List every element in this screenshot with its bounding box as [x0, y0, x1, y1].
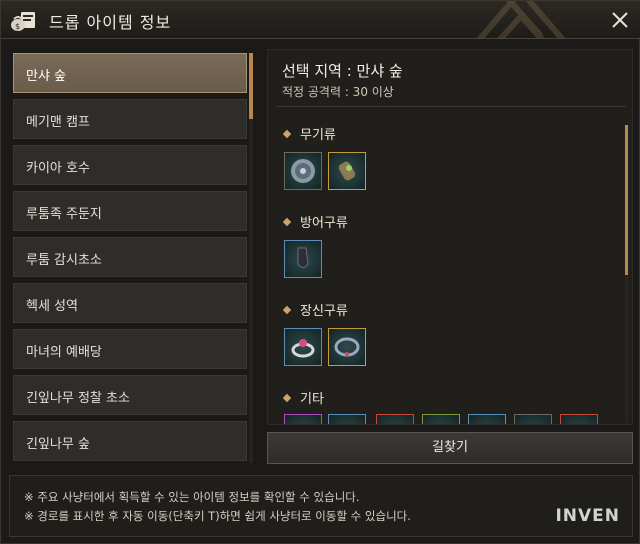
- bullet-icon: [282, 393, 292, 403]
- item-slot-misc[interactable]: [514, 414, 552, 424]
- category-label: 무기류: [300, 128, 336, 143]
- close-icon[interactable]: [607, 7, 633, 33]
- detail-scrollbar[interactable]: [625, 125, 628, 423]
- category-label: 방어구류: [300, 216, 348, 231]
- region-label: 긴잎나무 정찰 초소: [26, 391, 130, 406]
- region-item-hexe-sanctuary[interactable]: 헥세 성역: [13, 283, 247, 323]
- region-item-megiman-camp[interactable]: 메기맨 캠프: [13, 99, 247, 139]
- region-label: 메기맨 캠프: [26, 115, 90, 130]
- item-slot-ring[interactable]: [284, 328, 322, 366]
- region-label: 만샤 숲: [26, 69, 67, 84]
- necklace-icon: [334, 337, 360, 357]
- region-item-mansha-forest[interactable]: 만샤 숲: [13, 53, 247, 93]
- item-slot-necklace[interactable]: [328, 328, 366, 366]
- category-weapon: 무기류: [282, 124, 336, 143]
- region-label: 루툼 감시초소: [26, 253, 102, 268]
- notice-box: ※ 주요 사냥터에서 획득할 수 있는 아이템 정보를 확인할 수 있습니다. …: [9, 475, 633, 537]
- gauntlet-icon: [338, 161, 356, 181]
- region-label: 긴잎나무 숲: [26, 437, 90, 452]
- region-label: 루툼족 주둔지: [26, 207, 102, 222]
- category-other: 기타: [282, 388, 324, 407]
- region-item-kaia-lake[interactable]: 카이아 호수: [13, 145, 247, 185]
- region-label: 마녀의 예배당: [26, 345, 102, 360]
- ring-icon: [291, 339, 315, 358]
- selected-region-title: 선택 지역 : 만샤 숲: [282, 62, 403, 80]
- category-accessory: 장신구류: [282, 300, 348, 319]
- category-label: 기타: [300, 392, 324, 407]
- item-slot-misc[interactable]: [422, 414, 460, 424]
- region-item-longleaf-forest[interactable]: 긴잎나무 숲: [13, 421, 247, 461]
- title-bar[interactable]: $ 드롭 아이템 정보: [1, 1, 640, 39]
- find-route-button[interactable]: 길찾기: [267, 432, 633, 464]
- scrollbar-thumb[interactable]: [249, 53, 253, 119]
- notice-line: ※ 주요 사냥터에서 획득할 수 있는 아이템 정보를 확인할 수 있습니다.: [24, 490, 360, 504]
- category-label: 장신구류: [300, 304, 348, 319]
- window-title: 드롭 아이템 정보: [49, 13, 172, 32]
- item-slot-misc[interactable]: [284, 414, 322, 424]
- region-item-rutum-outpost[interactable]: 루툼 감시초소: [13, 237, 247, 277]
- bullet-icon: [282, 129, 292, 139]
- shield-icon: [291, 159, 315, 183]
- region-label: 헥세 성역: [26, 299, 78, 314]
- region-list-scrollbar[interactable]: [249, 53, 253, 463]
- region-item-witch-chapel[interactable]: 마녀의 예배당: [13, 329, 247, 369]
- item-slot-misc[interactable]: [376, 414, 414, 424]
- drop-item-info-window: $ 드롭 아이템 정보 만샤 숲 메기맨 캠프 카이아 호수 루툼족 주둔지 루…: [0, 0, 640, 544]
- region-label: 카이아 호수: [26, 161, 90, 176]
- gloves-icon: [297, 247, 309, 268]
- svg-text:$: $: [15, 22, 20, 31]
- item-slot-misc[interactable]: [468, 414, 506, 424]
- drop-detail-panel: 선택 지역 : 만샤 숲 적정 공격력 : 30 이상 무기류 방어구류 장신구…: [267, 49, 633, 425]
- item-slot-shield[interactable]: [284, 152, 322, 190]
- scrollbar-thumb[interactable]: [625, 125, 628, 275]
- item-slot-gloves[interactable]: [284, 240, 322, 278]
- item-slot-misc[interactable]: [328, 414, 366, 424]
- category-armor: 방어구류: [282, 212, 348, 231]
- region-item-longleaf-scout-post[interactable]: 긴잎나무 정찰 초소: [13, 375, 247, 415]
- item-slot-gauntlet[interactable]: [328, 152, 366, 190]
- bullet-icon: [282, 217, 292, 227]
- item-bag-icon: $: [11, 12, 35, 31]
- inven-watermark: INVEN: [555, 506, 620, 526]
- region-item-rutum-garrison[interactable]: 루툼족 주둔지: [13, 191, 247, 231]
- title-decoration: [476, 1, 566, 38]
- region-list[interactable]: 만샤 숲 메기맨 캠프 카이아 호수 루툼족 주둔지 루툼 감시초소 헥세 성역…: [9, 49, 257, 465]
- recommended-attack: 적정 공격력 : 30 이상: [282, 85, 394, 99]
- bullet-icon: [282, 305, 292, 315]
- divider: [276, 106, 626, 107]
- notice-line: ※ 경로를 표시한 후 자동 이동(단축키 T)하면 쉽게 사냥터로 이동할 수…: [24, 509, 411, 523]
- item-slot-misc[interactable]: [560, 414, 598, 424]
